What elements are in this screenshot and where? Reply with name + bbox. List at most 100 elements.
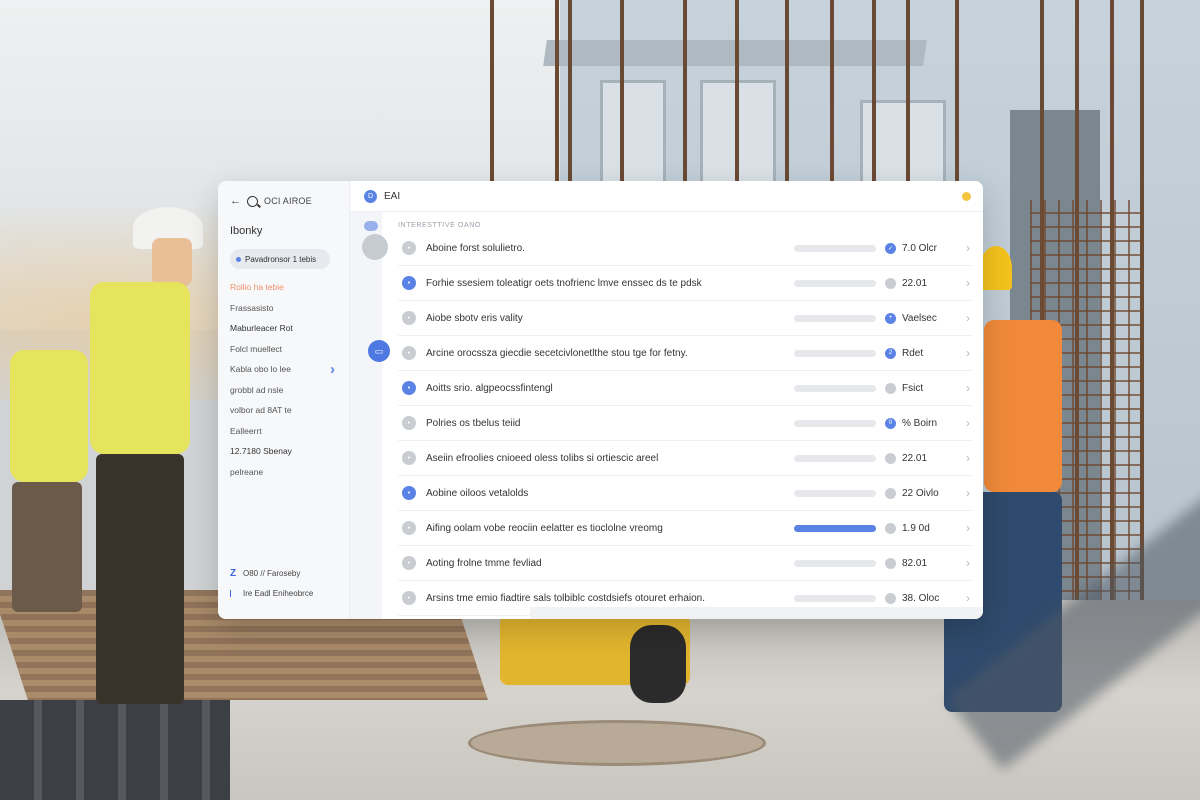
- section-label: INTERESTTIVE OANO: [398, 222, 481, 229]
- list-item[interactable]: • Arcine orocssza giecdie secetcivlonetlt…: [398, 336, 972, 371]
- row-title: Aboine forst solulietro.: [426, 242, 525, 254]
- status-icon: [885, 592, 896, 604]
- row-title: Aoting frolne tmme fevliad: [426, 557, 542, 569]
- sidebar-footer-label: Ire Eadl Eniheobrce: [243, 588, 314, 598]
- status-icon: 2: [885, 347, 896, 359]
- row-value: Vaelsec: [902, 312, 937, 324]
- row-type-icon: •: [402, 346, 416, 360]
- safety-vest: [984, 320, 1062, 492]
- sidebar-item[interactable]: grobbl ad nsle: [218, 380, 349, 401]
- progress-bar: [794, 559, 876, 567]
- row-title: Aiobe sbotv eris vality: [426, 312, 523, 324]
- row-type-icon: •: [402, 591, 416, 605]
- sidebar-heading: Ibonky: [230, 225, 263, 237]
- row-title: Aobine oiloos vetalolds: [426, 487, 529, 499]
- row-title: Aifing oolam vobe reociin eelatter es ti…: [426, 522, 663, 534]
- building-window: [600, 80, 666, 186]
- sidebar-nav-list: Rollio ha tebie Frassasisto Maburleacer Ro…: [218, 277, 349, 482]
- rebar: [1110, 0, 1114, 640]
- list-item[interactable]: • Forhie ssesiem toleatigr oets tnofrienc…: [398, 266, 972, 301]
- chevron-right-icon[interactable]: ›: [966, 486, 970, 500]
- row-title: Aoitts srio. algpeocssfintengl: [426, 382, 553, 394]
- chevron-right-icon[interactable]: ›: [966, 451, 970, 465]
- chevron-right-icon[interactable]: ›: [966, 556, 970, 570]
- row-value: 82.01: [902, 557, 928, 569]
- list-item[interactable]: • Aobine oiloos vetalolds 22 Oivlo ›: [398, 476, 972, 511]
- chevron-right-icon[interactable]: ›: [330, 361, 335, 378]
- chevron-right-icon[interactable]: ›: [966, 346, 970, 360]
- status-dot-icon: [236, 256, 241, 262]
- page-title: EAI: [384, 190, 401, 202]
- sidebar-header: ← OCI AIROE: [218, 181, 349, 209]
- row-type-icon: •: [402, 381, 416, 395]
- sidebar-footer: Z O80 // Faroseby Ire Eadl Eniheobrce: [230, 563, 313, 603]
- sidebar-footer-item[interactable]: Ire Eadl Eniheobrce: [230, 583, 313, 603]
- row-value: 22.01: [902, 277, 928, 289]
- list-item[interactable]: • Aseiin efroolies cnioeed oless tolibs s…: [398, 441, 972, 476]
- list-footer: [530, 607, 983, 619]
- sidebar-filter-pill[interactable]: Pavadronsor 1 tebis: [230, 249, 330, 269]
- chevron-right-icon[interactable]: ›: [966, 381, 970, 395]
- status-icon: [885, 382, 896, 394]
- status-icon: [885, 557, 896, 569]
- app-badge-icon: D: [364, 189, 377, 203]
- row-value: Fsict: [902, 382, 924, 394]
- safety-vest: [90, 282, 190, 454]
- row-value: % Boirn: [902, 417, 938, 429]
- sidebar-search-label[interactable]: OCI AIROE: [264, 196, 312, 206]
- status-icon: [885, 452, 896, 464]
- chat-bubble-icon[interactable]: [364, 221, 378, 231]
- sidebar-filter-label: Pavadronsor 1 tebis: [245, 254, 317, 264]
- list-item[interactable]: • Polries os tbelus teiid 0 % Boirn ›: [398, 406, 972, 441]
- left-rail: ▭: [350, 212, 390, 619]
- list-item[interactable]: • Aoting frolne tmme fevliad 82.01 ›: [398, 546, 972, 581]
- chevron-right-icon[interactable]: ›: [966, 311, 970, 325]
- row-type-icon: •: [402, 311, 416, 325]
- safety-vest: [10, 350, 88, 482]
- progress-bar: [794, 384, 876, 392]
- row-title: Aseiin efroolies cnioeed oless tolibs si…: [426, 452, 659, 464]
- row-value: Rdet: [902, 347, 924, 359]
- rebar: [1075, 0, 1079, 640]
- chevron-right-icon[interactable]: ›: [966, 416, 970, 430]
- chevron-right-icon[interactable]: ›: [966, 241, 970, 255]
- bookmark-icon: [230, 589, 238, 597]
- manhole-cover: [468, 720, 766, 766]
- row-type-icon: •: [402, 416, 416, 430]
- chevron-right-icon[interactable]: ›: [966, 521, 970, 535]
- row-value: 7.0 Olcr: [902, 242, 938, 254]
- item-list: • Aboine forst solulietro. ✓ 7.0 Olcr › • Forh…: [398, 231, 972, 616]
- sidebar-item[interactable]: Maburleacer Rot: [218, 318, 349, 339]
- z-logo-icon: Z: [230, 567, 237, 579]
- hard-hat: [980, 246, 1012, 290]
- worker-pants: [12, 482, 82, 612]
- row-type-icon: •: [402, 276, 416, 290]
- pipe-stack: [0, 700, 230, 800]
- progress-bar: [794, 314, 876, 322]
- search-icon[interactable]: [247, 195, 258, 207]
- status-icon: [885, 487, 896, 499]
- sidebar-item[interactable]: volbor ad 8AT te: [218, 400, 349, 421]
- chevron-right-icon[interactable]: ›: [966, 591, 970, 605]
- status-indicator-icon[interactable]: [962, 192, 971, 201]
- sidebar-item[interactable]: Rollio ha tebie: [218, 277, 349, 298]
- sidebar-item[interactable]: 12.7180 Sbenay: [218, 441, 349, 462]
- sidebar-item[interactable]: Frassasisto: [218, 298, 349, 319]
- progress-fill: [794, 524, 876, 532]
- list-item[interactable]: • Aoitts srio. algpeocssfintengl Fsict ›: [398, 371, 972, 406]
- list-item[interactable]: • Aboine forst solulietro. ✓ 7.0 Olcr ›: [398, 231, 972, 266]
- sidebar-item[interactable]: Ealleerrt: [218, 421, 349, 442]
- sidebar-footer-item[interactable]: Z O80 // Faroseby: [230, 563, 313, 583]
- list-item[interactable]: • Aiobe sbotv eris vality + Vaelsec ›: [398, 301, 972, 336]
- avatar[interactable]: [362, 234, 388, 260]
- row-type-icon: •: [402, 486, 416, 500]
- top-bar: D EAI: [350, 181, 983, 212]
- progress-bar: [794, 454, 876, 462]
- main-panel: D EAI ▭ INTERESTTIVE OANO • Aboine forst …: [350, 181, 983, 619]
- active-rail-button[interactable]: ▭: [368, 340, 390, 362]
- sidebar-item[interactable]: Folcl muellect: [218, 339, 349, 360]
- back-arrow-icon[interactable]: ←: [230, 195, 241, 207]
- list-item[interactable]: • Aifing oolam vobe reociin eelatter es t…: [398, 511, 972, 546]
- sidebar-item[interactable]: pelreane: [218, 462, 349, 483]
- chevron-right-icon[interactable]: ›: [966, 276, 970, 290]
